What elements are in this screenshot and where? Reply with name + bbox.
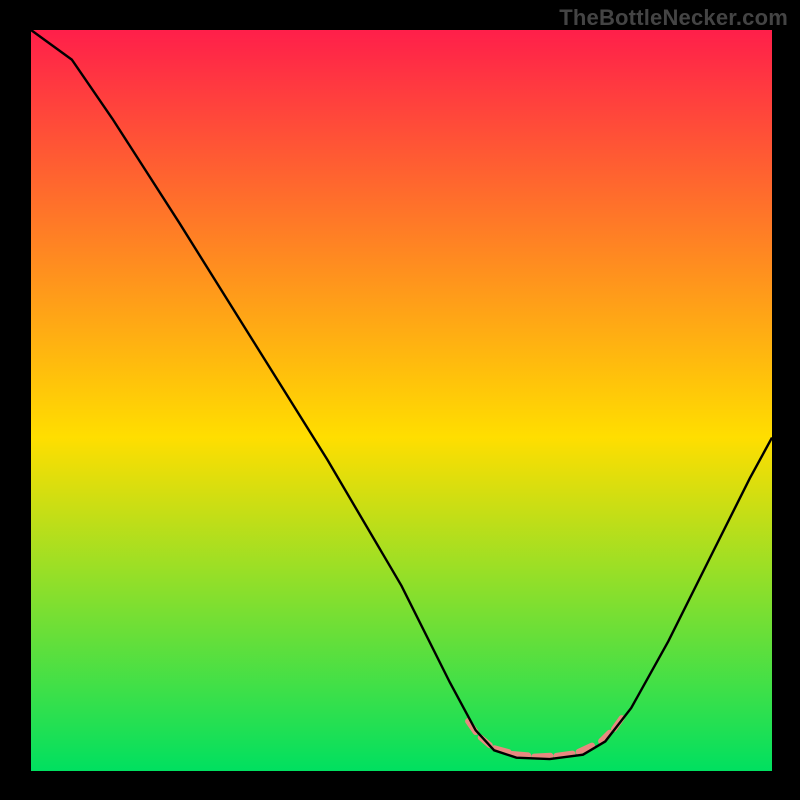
highlight-dash: [512, 754, 528, 755]
chart-container: TheBottleNecker.com: [0, 0, 800, 800]
gradient-plot-area: [31, 30, 772, 771]
watermark-text: TheBottleNecker.com: [559, 5, 788, 31]
highlight-dash: [534, 756, 550, 757]
bottleneck-chart: [0, 0, 800, 800]
